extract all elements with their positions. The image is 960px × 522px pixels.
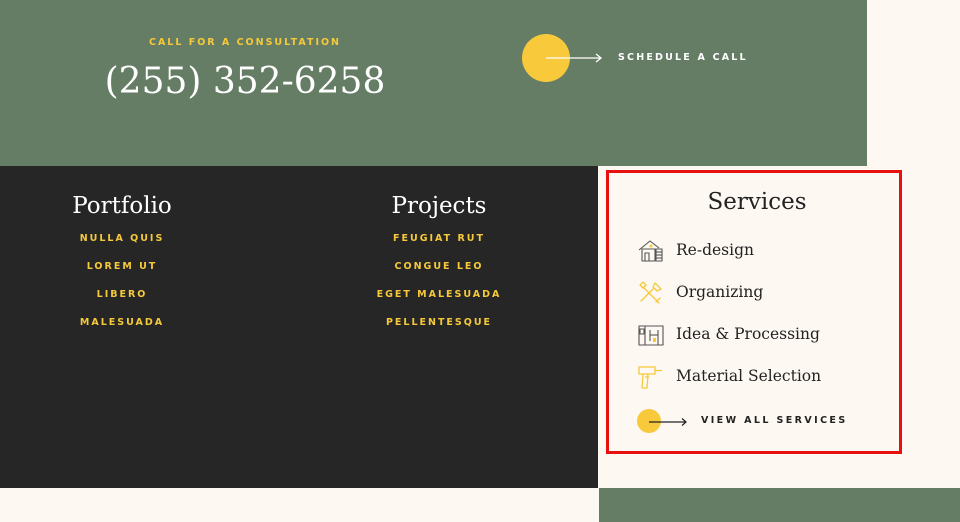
- service-item-redesign[interactable]: Re-design: [637, 237, 887, 267]
- services-heading: Services: [707, 189, 807, 215]
- bottom-green-block: [599, 488, 960, 522]
- service-label: Organizing: [676, 283, 764, 301]
- service-item-material-selection[interactable]: Material Selection: [637, 363, 887, 393]
- service-item-organizing[interactable]: Organizing: [637, 279, 887, 309]
- phone-number[interactable]: (255) 352-6258: [104, 61, 386, 102]
- projects-links: FEUGIAT RUT CONGUE LEO EGET MALESUADA PE…: [339, 232, 539, 344]
- projects-link[interactable]: PELLENTESQUE: [339, 316, 539, 344]
- portfolio-link[interactable]: LIBERO: [22, 288, 222, 316]
- projects-column: Projects FEUGIAT RUT CONGUE LEO EGET MAL…: [339, 188, 539, 344]
- service-item-idea-processing[interactable]: Idea & Processing: [637, 321, 887, 351]
- service-label: Re-design: [676, 241, 754, 259]
- view-all-services-button[interactable]: VIEW ALL SERVICES: [637, 408, 867, 434]
- tools-icon: [639, 281, 662, 304]
- arrow-right-icon: [649, 418, 687, 426]
- portfolio-column: Portfolio NULLA QUIS LOREM UT LIBERO MAL…: [22, 188, 222, 344]
- portfolio-link[interactable]: MALESUADA: [22, 316, 222, 344]
- arrow-right-icon: [546, 53, 603, 63]
- projects-heading: Projects: [391, 193, 487, 219]
- service-label: Idea & Processing: [676, 325, 820, 343]
- view-all-services-label: VIEW ALL SERVICES: [701, 415, 848, 426]
- consultation-label: CALL FOR A CONSULTATION: [148, 37, 342, 48]
- portfolio-link[interactable]: NULLA QUIS: [22, 232, 222, 260]
- services-panel: Services Re-design Organizing Idea & Pro…: [606, 170, 902, 454]
- portfolio-link[interactable]: LOREM UT: [22, 260, 222, 288]
- drill-icon: [638, 366, 662, 389]
- schedule-call-button[interactable]: SCHEDULE A CALL: [522, 34, 752, 82]
- portfolio-heading: Portfolio: [72, 193, 172, 219]
- service-label: Material Selection: [676, 367, 822, 385]
- projects-link[interactable]: EGET MALESUADA: [339, 288, 539, 316]
- house-redesign-icon: [638, 240, 663, 262]
- projects-link[interactable]: FEUGIAT RUT: [339, 232, 539, 260]
- portfolio-links: NULLA QUIS LOREM UT LIBERO MALESUADA: [22, 232, 222, 344]
- blueprint-icon: [638, 325, 664, 346]
- schedule-call-label: SCHEDULE A CALL: [618, 52, 748, 63]
- projects-link[interactable]: CONGUE LEO: [339, 260, 539, 288]
